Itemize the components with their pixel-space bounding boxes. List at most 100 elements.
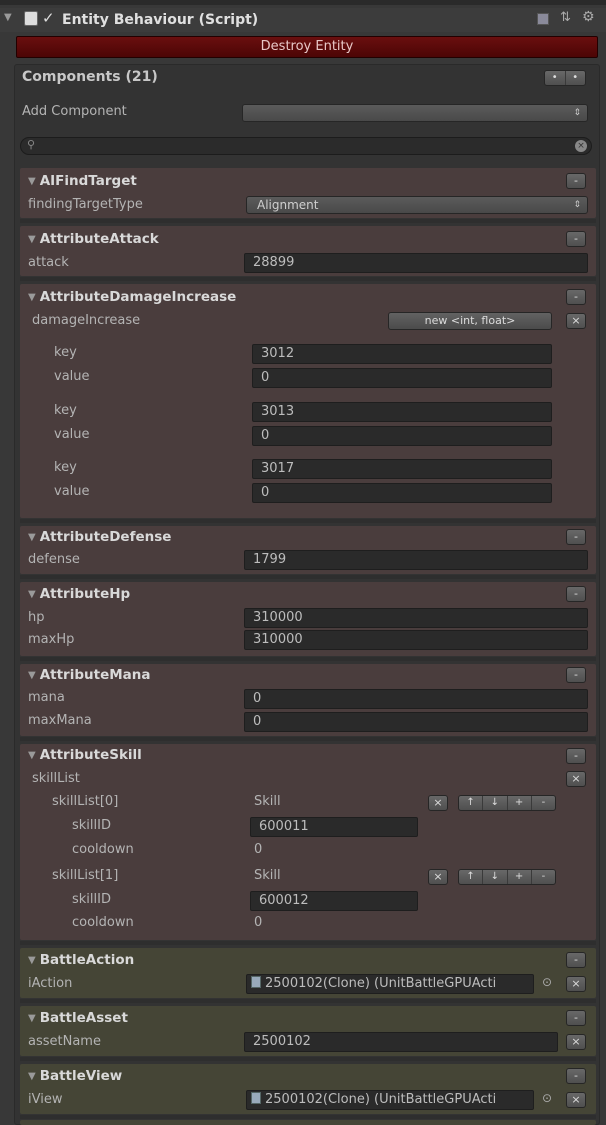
remove-component-button[interactable]: -	[566, 586, 586, 602]
skillid-label: skillID	[72, 892, 111, 907]
enabled-checkbox[interactable]: ✓	[42, 9, 55, 27]
maxmana-field[interactable]: 0	[244, 712, 588, 732]
attack-field[interactable]: 28899	[244, 253, 588, 273]
component-title[interactable]: ▼ AttributeAttack	[28, 229, 159, 249]
remove-item-button[interactable]: ×	[428, 795, 448, 811]
fold-icon[interactable]: ▼	[4, 12, 12, 23]
search-clear-icon[interactable]: ×	[575, 140, 587, 152]
clear-list-button[interactable]: ×	[566, 771, 586, 787]
move-down-button[interactable]: ↓	[483, 870, 508, 884]
remove-component-button[interactable]: -	[566, 289, 586, 305]
remove-item-button[interactable]: ×	[428, 869, 448, 885]
finding-target-type-dropdown[interactable]: Alignment ⇕	[246, 196, 588, 214]
remove-component-button[interactable]: -	[566, 667, 586, 683]
move-up-button[interactable]: ↑	[459, 796, 484, 810]
cooldown-label: cooldown	[72, 915, 134, 930]
maxhp-field[interactable]: 310000	[244, 630, 588, 650]
remove-component-button[interactable]: -	[566, 1068, 586, 1084]
component-next-partial	[20, 1120, 596, 1125]
fold-icon[interactable]: ▼	[28, 955, 36, 966]
component-title[interactable]: ▼ BattleAsset	[28, 1008, 128, 1028]
key-label: key	[54, 345, 77, 360]
separator	[20, 1115, 596, 1119]
prefab-icon	[251, 1092, 261, 1104]
remove-component-button[interactable]: -	[566, 173, 586, 189]
menu-dot-right[interactable]: •	[566, 71, 586, 85]
remove-component-button[interactable]: -	[566, 1010, 586, 1026]
item-reorder-buttons[interactable]: ↑ ↓ + -	[458, 869, 556, 885]
item-reorder-buttons[interactable]: ↑ ↓ + -	[458, 795, 556, 811]
skillid-field[interactable]: 600011	[250, 817, 418, 837]
field-label: iView	[28, 1092, 63, 1107]
iview-object-field[interactable]: 2500102(Clone) (UnitBattleGPUActi	[246, 1090, 534, 1110]
iaction-object-field[interactable]: 2500102(Clone) (UnitBattleGPUActi	[246, 974, 534, 994]
field-label: assetName	[28, 1034, 101, 1049]
remove-component-button[interactable]: -	[566, 231, 586, 247]
value-label: value	[54, 484, 90, 499]
object-picker-icon[interactable]: ⊙	[542, 1091, 552, 1105]
component-title[interactable]: ▼ AIFindTarget	[28, 171, 137, 191]
component-title[interactable]: ▼ AttributeDefense	[28, 527, 171, 547]
fold-icon[interactable]: ▼	[28, 670, 36, 681]
script-header[interactable]: ▼ ✓ Entity Behaviour (Script) ⇅ ⚙	[0, 8, 606, 32]
fold-icon[interactable]: ▼	[28, 1013, 36, 1024]
add-item-button[interactable]: +	[508, 796, 532, 810]
component-title[interactable]: ▼ BattleAction	[28, 950, 134, 970]
hp-field[interactable]: 310000	[244, 608, 588, 628]
menu-dot-left[interactable]: •	[545, 71, 566, 85]
value-label: value	[54, 369, 90, 384]
cooldown-label: cooldown	[72, 842, 134, 857]
prefab-icon	[251, 976, 261, 988]
add-item-button[interactable]: +	[508, 870, 532, 884]
fold-icon[interactable]: ▼	[28, 750, 36, 761]
fold-icon[interactable]: ▼	[28, 532, 36, 543]
field-label: damageIncrease	[32, 313, 141, 328]
gear-icon[interactable]: ⚙	[582, 9, 595, 25]
skilllist-label: skillList	[32, 771, 80, 786]
book-icon[interactable]	[537, 13, 549, 25]
list-item-label: skillList[1]	[52, 868, 119, 883]
list-item-type: Skill	[254, 868, 281, 883]
object-picker-icon[interactable]: ⊙	[542, 975, 552, 989]
defense-field[interactable]: 1799	[244, 550, 588, 570]
settings-slider-icon[interactable]: ⇅	[560, 10, 571, 25]
fold-icon[interactable]: ▼	[28, 292, 36, 303]
assetname-field[interactable]: 2500102	[244, 1032, 558, 1052]
destroy-entity-button[interactable]: Destroy Entity	[16, 36, 598, 58]
new-entry-button[interactable]: new <int, float>	[388, 312, 552, 330]
fold-icon[interactable]: ▼	[28, 1071, 36, 1082]
component-title[interactable]: ▼ AttributeSkill	[28, 745, 142, 765]
clear-field-button[interactable]: ×	[566, 1034, 586, 1050]
remove-component-button[interactable]: -	[566, 952, 586, 968]
key-field[interactable]: 3012	[252, 344, 552, 364]
clear-dict-button[interactable]: ×	[566, 313, 586, 329]
key-field[interactable]: 3017	[252, 459, 552, 479]
minus-item-button[interactable]: -	[532, 796, 555, 810]
component-title[interactable]: ▼ AttributeDamageIncrease	[28, 287, 236, 307]
component-title[interactable]: ▼ AttributeHp	[28, 584, 130, 604]
minus-item-button[interactable]: -	[532, 870, 555, 884]
remove-component-button[interactable]: -	[566, 529, 586, 545]
search-input[interactable]: ⚲ ×	[20, 137, 592, 155]
skillid-label: skillID	[72, 818, 111, 833]
key-field[interactable]: 3013	[252, 402, 552, 422]
skillid-field[interactable]: 600012	[250, 891, 418, 911]
fold-icon[interactable]: ▼	[28, 589, 36, 600]
fold-icon[interactable]: ▼	[28, 176, 36, 187]
component-title[interactable]: ▼ BattleView	[28, 1066, 122, 1086]
fold-icon[interactable]: ▼	[28, 234, 36, 245]
value-field[interactable]: 0	[252, 368, 552, 388]
component-title[interactable]: ▼ AttributeMana	[28, 665, 151, 685]
clear-field-button[interactable]: ×	[566, 976, 586, 992]
value-field[interactable]: 0	[252, 426, 552, 446]
move-down-button[interactable]: ↓	[483, 796, 508, 810]
remove-component-button[interactable]: -	[566, 748, 586, 764]
separator	[20, 519, 596, 523]
mana-field[interactable]: 0	[244, 689, 588, 709]
clear-field-button[interactable]: ×	[566, 1092, 586, 1108]
components-menu-buttons[interactable]: • •	[544, 70, 586, 86]
field-label: attack	[28, 255, 69, 270]
move-up-button[interactable]: ↑	[459, 870, 484, 884]
value-field[interactable]: 0	[252, 483, 552, 503]
add-component-dropdown[interactable]: ⇕	[242, 104, 588, 122]
